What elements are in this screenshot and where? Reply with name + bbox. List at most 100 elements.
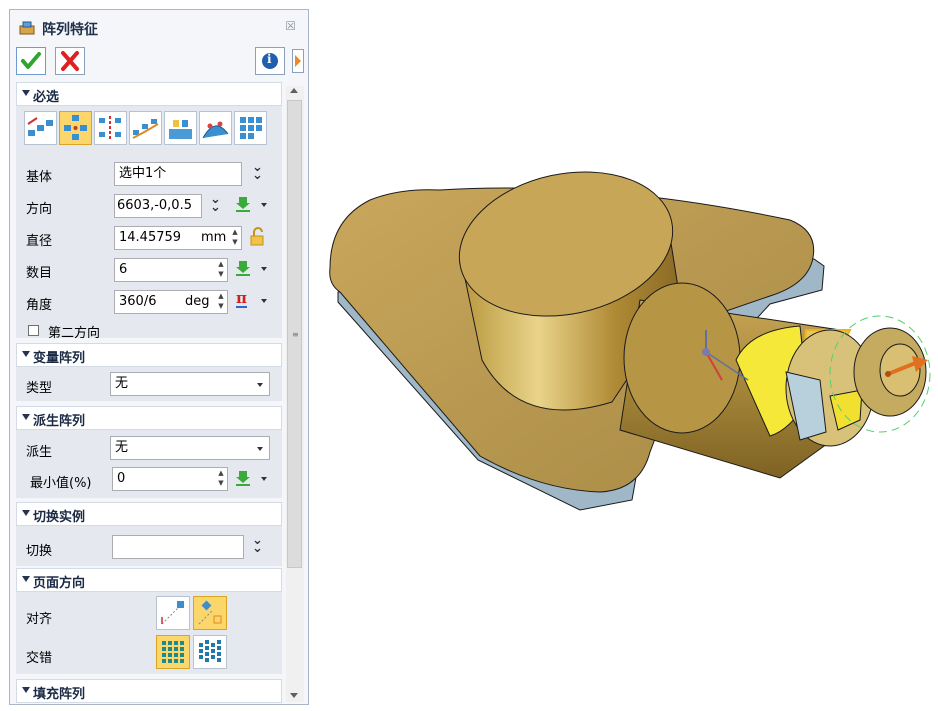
panel-title: 阵列特征 — [42, 22, 98, 38]
diameter-label: 直径 — [26, 234, 53, 249]
dropdown-arrow-icon[interactable] — [261, 203, 267, 207]
base-label: 基体 — [26, 170, 53, 185]
stagger-label: 交错 — [26, 651, 53, 666]
linear-pattern-tool[interactable] — [24, 111, 57, 145]
dropdown-arrow-icon — [257, 383, 263, 387]
toggle-field[interactable] — [112, 535, 244, 559]
diameter-field[interactable]: 14.45759 mm ▲ ▼ — [114, 226, 242, 250]
green-download-icon[interactable] — [234, 259, 252, 277]
path-pattern-icon — [132, 119, 159, 139]
min-value-spinner[interactable]: ▲ ▼ — [215, 468, 227, 490]
curve-pattern-tool[interactable] — [94, 111, 127, 145]
unlock-icon[interactable] — [248, 227, 266, 247]
circular-pattern-icon — [64, 115, 87, 140]
collapse-triangle-icon — [22, 576, 30, 582]
curve-pattern-icon — [99, 116, 121, 140]
angle-spinner[interactable]: ▲ ▼ — [215, 291, 227, 313]
section-fill-title: 填充阵列 — [33, 687, 86, 702]
type-label: 类型 — [26, 381, 53, 396]
align-stagger-icon — [198, 600, 222, 625]
section-page-dir-title: 页面方向 — [33, 576, 86, 591]
grid-aligned-icon — [162, 641, 184, 663]
section-derived-header[interactable]: 派生阵列 — [16, 406, 282, 430]
section-page-dir-header[interactable]: 页面方向 — [16, 568, 282, 592]
info-button[interactable]: i — [255, 47, 285, 75]
scroll-down-icon[interactable] — [290, 693, 298, 698]
diameter-spinner[interactable]: ▲ ▼ — [229, 227, 241, 249]
section-page-dir-body: 对齐 交错 — [16, 592, 282, 674]
pattern-type-toolbar — [24, 110, 274, 146]
angle-label: 角度 — [26, 298, 53, 313]
pattern-feature-panel: 阵列特征 ☒ i ≡ 必选 基体 选中1个 ⌄ ⌄ 方向 6603,-0,0.5… — [9, 9, 309, 705]
derive-label: 派生 — [26, 445, 53, 460]
angle-field[interactable]: 360/6 deg ▲ ▼ — [114, 290, 228, 314]
second-direction-label: 第二方向 — [48, 326, 101, 341]
collapse-triangle-icon — [22, 687, 30, 693]
dropdown-arrow-icon — [257, 447, 263, 451]
table-pattern-tool[interactable] — [234, 111, 267, 145]
section-fill-header[interactable]: 填充阵列 — [16, 679, 282, 703]
section-required-title: 必选 — [33, 90, 60, 105]
section-toggle-title: 切换实例 — [33, 510, 86, 525]
cross-icon — [61, 51, 79, 71]
path-pattern-tool[interactable] — [129, 111, 162, 145]
section-derived-title: 派生阵列 — [33, 414, 86, 429]
green-download-icon[interactable] — [234, 195, 252, 213]
cancel-button[interactable] — [55, 47, 85, 75]
model-part[interactable] — [329, 153, 931, 511]
panel-titlebar: 阵列特征 ☒ — [10, 10, 308, 46]
count-field[interactable]: 6 ▲ ▼ — [114, 258, 228, 282]
section-toggle-body: 切换 ⌄ ⌄ — [16, 526, 282, 566]
direction-field[interactable]: 6603,-0,0.5 — [114, 194, 202, 218]
angle-unit: deg — [185, 294, 210, 309]
min-value: 0 — [117, 471, 126, 486]
type-value: 无 — [115, 376, 129, 391]
fill-pattern-tool[interactable] — [164, 111, 197, 145]
diameter-unit: mm — [201, 230, 227, 245]
scroll-thumb[interactable]: ≡ — [287, 100, 302, 568]
panel-side-tab[interactable] — [292, 49, 304, 73]
surface-pattern-tool[interactable] — [199, 111, 232, 145]
base-field[interactable]: 选中1个 — [114, 162, 242, 186]
arrow-right-icon — [295, 55, 301, 67]
grid-staggered-icon — [199, 640, 221, 662]
panel-close-icon[interactable]: ☒ — [285, 19, 296, 33]
align-option-1[interactable] — [156, 596, 190, 630]
min-value-label: 最小值(%) — [30, 476, 92, 491]
angle-value: 360/6 — [119, 294, 157, 309]
expand-chevron-icon[interactable]: ⌄ ⌄ — [252, 534, 266, 555]
second-direction-checkbox[interactable] — [28, 325, 39, 336]
section-required-header[interactable]: 必选 — [16, 82, 282, 106]
min-value-field[interactable]: 0 ▲ ▼ — [112, 467, 228, 491]
green-download-icon[interactable] — [234, 469, 252, 487]
collapse-triangle-icon — [22, 90, 30, 96]
count-spinner[interactable]: ▲ ▼ — [215, 259, 227, 281]
ok-button[interactable] — [16, 47, 46, 75]
section-variable-header[interactable]: 变量阵列 — [16, 343, 282, 367]
stagger-option-2[interactable] — [193, 635, 227, 669]
stagger-option-1[interactable] — [156, 635, 190, 669]
derive-select[interactable]: 无 — [110, 436, 270, 460]
section-toggle-header[interactable]: 切换实例 — [16, 502, 282, 526]
collapse-triangle-icon — [22, 351, 30, 357]
linear-pattern-icon — [27, 117, 53, 136]
info-glyph: i — [267, 52, 272, 66]
type-select[interactable]: 无 — [110, 372, 270, 396]
check-icon — [21, 52, 41, 69]
pattern-feature-icon — [19, 21, 35, 35]
section-derived-body: 派生 无 最小值(%) 0 ▲ ▼ — [16, 430, 282, 498]
diameter-value: 14.45759 — [119, 230, 182, 245]
panel-scrollbar[interactable]: ≡ — [286, 86, 304, 702]
dropdown-arrow-icon[interactable] — [261, 477, 267, 481]
expand-chevron-icon[interactable]: ⌄ ⌄ — [210, 193, 224, 214]
dropdown-arrow-icon[interactable] — [261, 267, 267, 271]
dropdown-arrow-icon[interactable] — [261, 299, 267, 303]
scroll-up-icon[interactable] — [290, 88, 298, 93]
expand-chevron-icon[interactable]: ⌄ ⌄ — [252, 161, 266, 182]
align-option-2[interactable] — [193, 596, 227, 630]
3d-viewport[interactable] — [320, 0, 938, 711]
circular-pattern-tool[interactable] — [59, 111, 92, 145]
pi-icon[interactable]: π — [236, 291, 247, 308]
section-required-body: 基体 选中1个 ⌄ ⌄ 方向 6603,-0,0.5 ⌄ ⌄ 直径 14.45759… — [16, 106, 282, 341]
align-label: 对齐 — [26, 612, 53, 627]
